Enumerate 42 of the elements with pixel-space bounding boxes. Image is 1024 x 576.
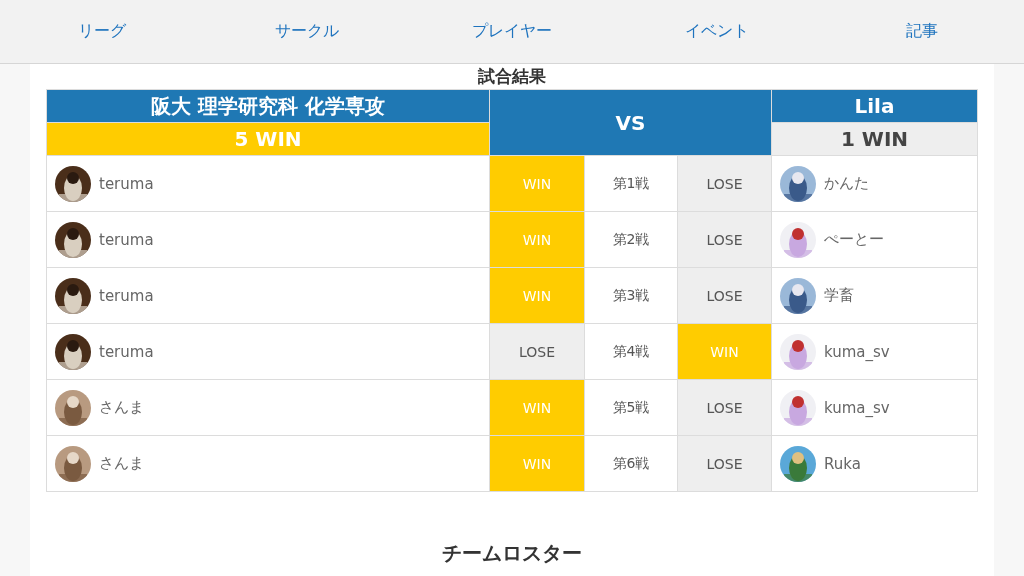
player-name: teruma <box>99 174 154 193</box>
vs-label: VS <box>489 89 772 156</box>
section-title: 試合結果 <box>478 66 546 86</box>
team-score: 1 WIN <box>771 122 978 156</box>
player-name: teruma <box>99 286 154 305</box>
player-name: さんま <box>99 454 144 473</box>
result-cell: WIN <box>489 155 585 212</box>
result-cell: WIN <box>677 323 772 380</box>
player-name: kuma_sv <box>824 398 890 417</box>
result-cell: LOSE <box>677 211 772 268</box>
nav-link[interactable]: サークル <box>275 21 340 42</box>
result-cell: LOSE <box>677 435 772 492</box>
game-label: 第5戦 <box>584 379 678 436</box>
nav-link[interactable]: リーグ <box>78 21 127 42</box>
player-name: かんた <box>824 174 869 193</box>
result-cell: LOSE <box>489 323 585 380</box>
player-name: ぺーとー <box>824 230 884 249</box>
team-name: 阪大 理学研究科 化学専攻 <box>46 89 490 123</box>
result-cell: LOSE <box>677 267 772 324</box>
player-name: Ruka <box>824 454 861 473</box>
result-cell: WIN <box>489 379 585 436</box>
player-name: さんま <box>99 398 144 417</box>
game-label: 第2戦 <box>584 211 678 268</box>
result-cell: WIN <box>489 211 585 268</box>
result-cell: WIN <box>489 435 585 492</box>
player-name: kuma_sv <box>824 342 890 361</box>
result-cell: LOSE <box>677 379 772 436</box>
game-label: 第4戦 <box>584 323 678 380</box>
game-label: 第1戦 <box>584 155 678 212</box>
result-cell: LOSE <box>677 155 772 212</box>
player-name: teruma <box>99 342 154 361</box>
game-label: 第3戦 <box>584 267 678 324</box>
game-label: 第6戦 <box>584 435 678 492</box>
team-score: 5 WIN <box>46 122 490 156</box>
nav-link[interactable]: 記事 <box>905 21 938 42</box>
team-name: Lila <box>771 89 978 123</box>
nav-link[interactable]: プレイヤー <box>472 21 552 42</box>
section-title: チームロスター <box>442 540 582 567</box>
player-name: 学畜 <box>824 286 854 305</box>
player-name: teruma <box>99 230 154 249</box>
result-cell: WIN <box>489 267 585 324</box>
nav-link[interactable]: イベント <box>684 21 749 42</box>
